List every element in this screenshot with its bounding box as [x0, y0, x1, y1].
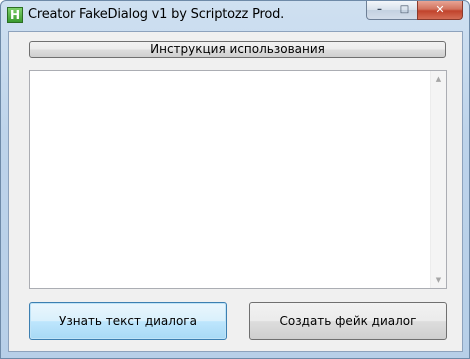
scroll-up-arrow-icon[interactable]: ▲ — [431, 71, 446, 87]
vertical-scrollbar[interactable]: ▲ ▼ — [430, 71, 446, 288]
text-area-frame: ▲ ▼ — [29, 70, 447, 289]
maximize-button[interactable]: □ — [392, 1, 418, 20]
create-fake-dialog-button[interactable]: Создать фейк диалог — [249, 302, 447, 340]
instructions-button[interactable]: Инструкция использования — [29, 41, 446, 58]
app-window: H Creator FakeDialog v1 by Scriptozz Pro… — [0, 0, 470, 359]
client-area: Инструкция использования ▲ ▼ Узнать текс… — [8, 31, 463, 352]
minimize-button[interactable]: – — [366, 1, 393, 20]
learn-dialog-text-button[interactable]: Узнать текст диалога — [29, 302, 227, 340]
window-title: Creator FakeDialog v1 by Scriptozz Prod. — [28, 7, 285, 22]
app-icon[interactable]: H — [7, 7, 23, 23]
title-bar[interactable]: H Creator FakeDialog v1 by Scriptozz Pro… — [1, 1, 469, 31]
close-button[interactable]: ✕ — [417, 1, 463, 20]
scroll-down-arrow-icon[interactable]: ▼ — [431, 272, 446, 288]
